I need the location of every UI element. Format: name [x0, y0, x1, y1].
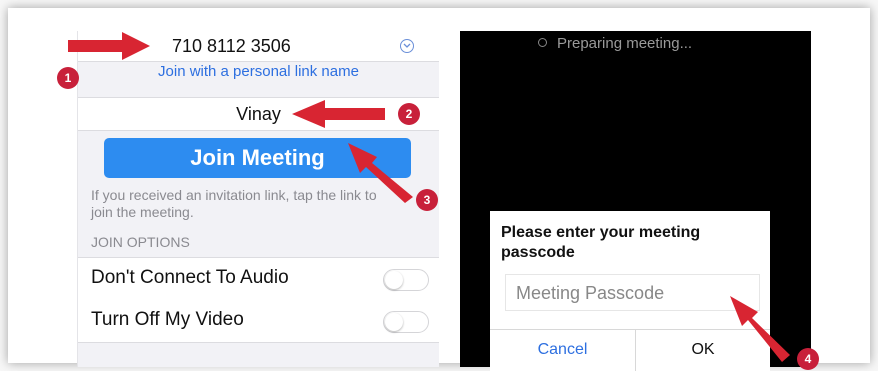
annotation-arrows: [68, 32, 790, 362]
callout-badge-2: 2: [398, 103, 420, 125]
arrow-3: [348, 143, 413, 203]
arrow-2: [292, 100, 385, 128]
callout-badge-3: 3: [416, 189, 438, 211]
arrow-1: [68, 32, 150, 60]
arrow-4: [730, 296, 790, 362]
callout-badge-1: 1: [57, 67, 79, 89]
callout-badge-4: 4: [797, 348, 819, 370]
